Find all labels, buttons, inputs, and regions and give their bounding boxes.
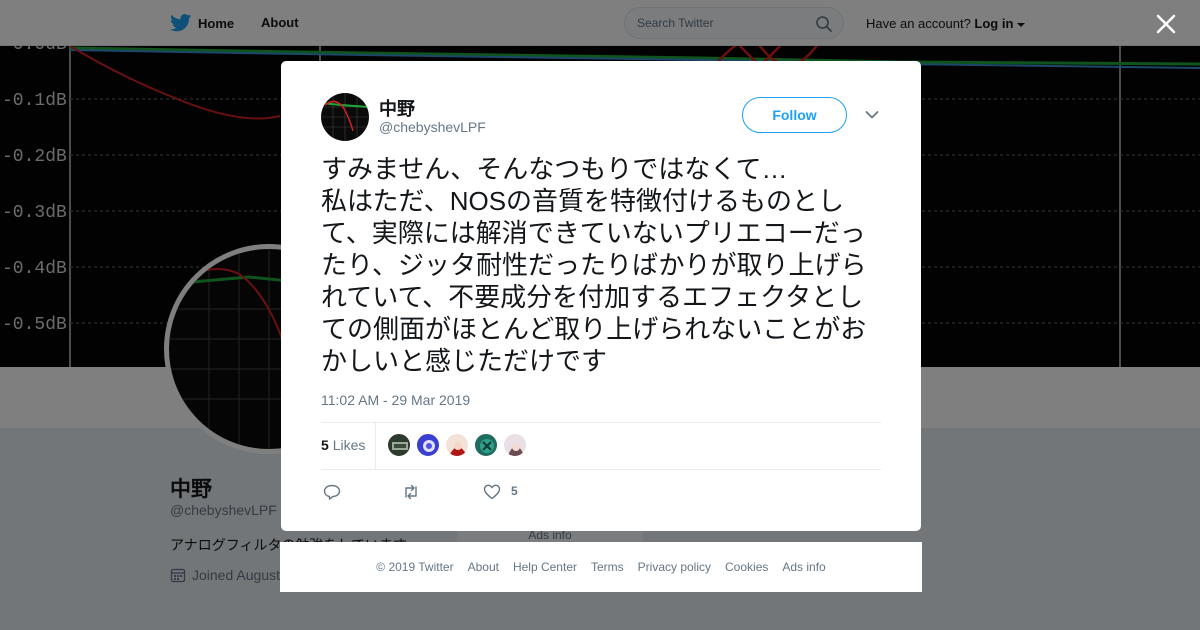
likes-label: Likes	[332, 437, 366, 453]
likes-number: 5	[321, 437, 329, 453]
footer-link-cookies[interactable]: Cookies	[725, 560, 768, 574]
divider	[321, 469, 881, 470]
retweet-icon[interactable]	[402, 483, 420, 501]
chevron-down-icon[interactable]	[865, 110, 879, 120]
liker-avatar[interactable]	[416, 433, 440, 457]
tweet-text: すみません、そんなつもりではなくて… 私はただ、NOSの音質を特徴付けるものとして…	[321, 154, 867, 376]
footer-link-about[interactable]: About	[468, 560, 499, 574]
liker-avatar[interactable]	[387, 433, 411, 457]
liker-avatar[interactable]	[503, 433, 527, 457]
footer-link-help-center[interactable]: Help Center	[513, 560, 577, 574]
likes-separator	[375, 423, 376, 469]
likes-stat[interactable]: 5 Likes	[321, 437, 365, 453]
divider	[321, 422, 881, 423]
follow-button[interactable]: Follow	[742, 97, 847, 133]
footer-copyright: © 2019 Twitter	[376, 560, 454, 574]
heart-icon[interactable]	[483, 483, 501, 501]
liker-avatar[interactable]	[445, 433, 469, 457]
close-icon[interactable]	[1154, 12, 1178, 36]
tweet-modal: 中野 @chebyshevLPF Follow すみません、そんなつもりではなく…	[281, 61, 921, 531]
reply-icon[interactable]	[323, 483, 341, 501]
like-action-count: 5	[511, 484, 518, 498]
tweet-author-name[interactable]: 中野	[379, 95, 415, 121]
footer-link-ads-info[interactable]: Ads info	[782, 560, 825, 574]
footer: © 2019 Twitter About Help Center Terms P…	[280, 542, 922, 592]
footer-link-terms[interactable]: Terms	[591, 560, 624, 574]
tweet-avatar[interactable]	[321, 93, 369, 141]
liker-avatar[interactable]	[474, 433, 498, 457]
footer-link-privacy[interactable]: Privacy policy	[638, 560, 711, 574]
tweet-timestamp[interactable]: 11:02 AM - 29 Mar 2019	[321, 392, 470, 408]
tweet-author-handle[interactable]: @chebyshevLPF	[379, 119, 486, 135]
